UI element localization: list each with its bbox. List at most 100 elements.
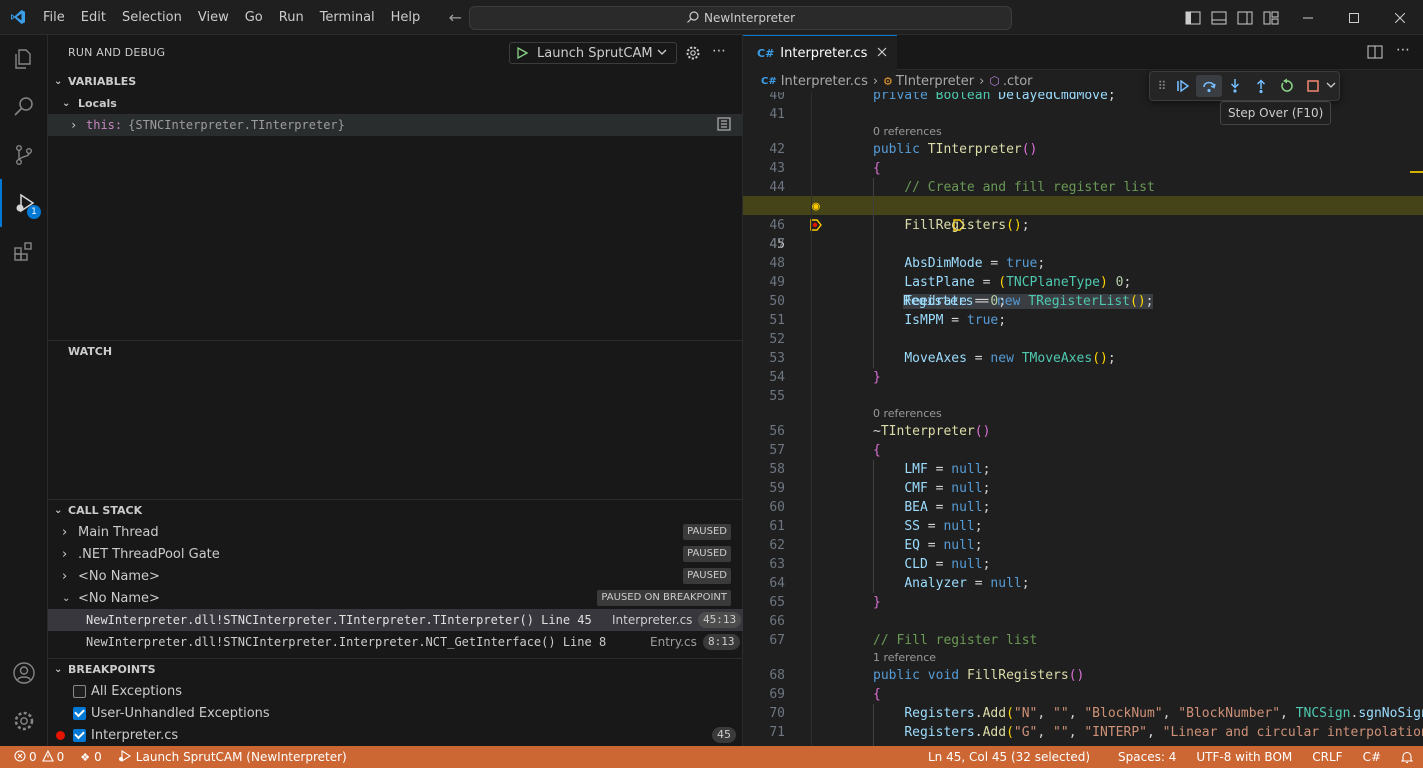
- stack-frame-file: Interpreter.cs: [612, 613, 693, 627]
- launch-config-dropdown[interactable]: Launch SprutCAM: [509, 42, 677, 64]
- code-line: 61 SS = null;: [769, 519, 983, 534]
- lightbulb-icon[interactable]: ◉: [812, 197, 820, 216]
- drag-handle-icon[interactable]: ⠿: [1154, 75, 1170, 97]
- search-view-icon[interactable]: [0, 83, 48, 131]
- watch-section-header[interactable]: WATCH: [48, 340, 743, 362]
- call-stack-thread[interactable]: › <No Name> PAUSED: [48, 565, 743, 587]
- menu-terminal[interactable]: Terminal: [312, 0, 383, 35]
- search-icon: [686, 10, 700, 27]
- menu-view[interactable]: View: [190, 0, 237, 35]
- codelens-references[interactable]: 0 references: [873, 404, 942, 423]
- debug-alt-icon: [118, 749, 132, 765]
- more-actions-icon[interactable]: ⋯: [712, 43, 726, 59]
- breadcrumb-method[interactable]: .ctor: [1003, 74, 1033, 89]
- code-line: 67// Fill register list: [769, 633, 1038, 648]
- codelens-references[interactable]: 1 reference: [873, 648, 936, 667]
- minimize-icon[interactable]: [1285, 0, 1331, 35]
- back-arrow-icon[interactable]: ←: [442, 8, 468, 27]
- debug-toolbar: ⠿: [1149, 71, 1340, 101]
- chevron-down-icon: ⌄: [54, 505, 63, 516]
- call-stack-thread[interactable]: › Main Thread PAUSED: [48, 521, 743, 543]
- stack-frame[interactable]: NewInterpreter.dll!STNCInterpreter.TInte…: [48, 609, 743, 631]
- editor-more-actions-icon[interactable]: ⋯: [1396, 42, 1410, 58]
- code-line: 57{: [769, 443, 881, 458]
- encoding[interactable]: UTF-8 with BOM: [1188, 746, 1300, 768]
- menu-help[interactable]: Help: [383, 0, 429, 35]
- chevron-down-icon[interactable]: [656, 46, 668, 62]
- restart-icon[interactable]: [1274, 75, 1300, 97]
- call-stack-thread[interactable]: › .NET ThreadPool Gate PAUSED: [48, 543, 743, 565]
- menu-selection[interactable]: Selection: [114, 0, 190, 35]
- close-tab-icon[interactable]: [877, 46, 887, 61]
- step-out-icon[interactable]: [1248, 75, 1274, 97]
- breakpoint-checkbox[interactable]: [73, 728, 86, 742]
- chevron-down-icon[interactable]: [1326, 79, 1336, 94]
- indentation[interactable]: Spaces: 4: [1110, 746, 1184, 768]
- close-window-icon[interactable]: [1377, 0, 1423, 35]
- breakpoint-item[interactable]: Interpreter.cs 45: [48, 724, 743, 746]
- call-stack-thread[interactable]: ⌄ <No Name> PAUSED ON BREAKPOINT: [48, 587, 743, 609]
- chevron-down-icon: ⌄: [62, 97, 71, 109]
- menu-edit[interactable]: Edit: [73, 0, 114, 35]
- split-editor-icon[interactable]: [1367, 45, 1383, 63]
- code-line: 51 IsMPM = true;: [769, 313, 1007, 328]
- vscode-logo-icon: [0, 0, 35, 35]
- debug-settings-gear-icon[interactable]: [685, 45, 701, 65]
- continue-icon[interactable]: [1170, 75, 1196, 97]
- menu-file[interactable]: File: [35, 0, 73, 35]
- settings-gear-icon[interactable]: [0, 697, 48, 745]
- variables-scope-locals[interactable]: ⌄ Locals: [48, 92, 743, 114]
- step-into-icon[interactable]: [1222, 75, 1248, 97]
- menu-run[interactable]: Run: [271, 0, 312, 35]
- maximize-icon[interactable]: [1331, 0, 1377, 35]
- breakpoint-checkbox[interactable]: [73, 706, 86, 720]
- stop-icon[interactable]: [1300, 75, 1326, 97]
- notifications-bell-icon[interactable]: [1393, 746, 1423, 768]
- view-binary-data-icon[interactable]: [717, 117, 731, 134]
- start-debugging-icon[interactable]: [510, 47, 534, 59]
- indent-guide: [873, 460, 874, 593]
- extensions-icon[interactable]: [0, 227, 48, 275]
- code-line: 63 CLD = null;: [769, 557, 991, 572]
- stack-frame[interactable]: NewInterpreter.dll!STNCInterpreter.Inter…: [48, 631, 743, 653]
- code-area[interactable]: 40 private Boolean DelayedCmdMove; 41 0 r…: [743, 92, 1423, 746]
- customize-layout-icon[interactable]: [1258, 0, 1284, 35]
- breakpoint-checkbox[interactable]: [73, 684, 86, 698]
- toggle-panel-icon[interactable]: [1206, 0, 1232, 35]
- toggle-primary-sidebar-icon[interactable]: [1180, 0, 1206, 35]
- command-center-search[interactable]: NewInterpreter: [469, 6, 1012, 30]
- explorer-icon[interactable]: [0, 35, 48, 83]
- codelens-references[interactable]: 0 references: [873, 122, 942, 141]
- accounts-icon[interactable]: [0, 649, 48, 697]
- call-stack-section-header[interactable]: ⌄ CALL STACK: [48, 499, 743, 521]
- problems-status[interactable]: 0 0: [0, 746, 72, 768]
- breakpoint-item[interactable]: All Exceptions: [48, 680, 743, 702]
- chevron-down-icon: ⌄: [62, 592, 71, 604]
- run-debug-icon[interactable]: 1: [0, 179, 48, 227]
- breadcrumb-class[interactable]: TInterpreter: [896, 74, 974, 89]
- breakpoint-item[interactable]: User-Unhandled Exceptions: [48, 702, 743, 724]
- code-line: 48 AbsDimMode = true;: [769, 256, 1046, 271]
- breadcrumb-file[interactable]: Interpreter.cs: [781, 74, 868, 89]
- variable-item-this[interactable]: › this: {STNCInterpreter.TInterpreter}: [48, 114, 743, 136]
- toggle-secondary-sidebar-icon[interactable]: [1232, 0, 1258, 35]
- breakpoints-section-header[interactable]: ⌄ BREAKPOINTS: [48, 658, 743, 680]
- cursor-position[interactable]: Ln 45, Col 45 (32 selected): [920, 746, 1098, 768]
- thread-state-badge: PAUSED: [683, 524, 731, 540]
- variables-section-header[interactable]: ⌄ VARIABLES: [48, 70, 743, 92]
- debug-launch-status[interactable]: Launch SprutCAM (NewInterpreter): [110, 746, 355, 768]
- title-bar: File Edit Selection View Go Run Terminal…: [0, 0, 1423, 35]
- step-over-tooltip: Step Over (F10): [1220, 101, 1332, 125]
- end-of-line[interactable]: CRLF: [1304, 746, 1350, 768]
- code-line: 56 ~TInterpreter(): [769, 424, 991, 439]
- language-mode[interactable]: C#: [1355, 746, 1389, 768]
- step-over-icon[interactable]: [1196, 75, 1222, 97]
- source-control-icon[interactable]: [0, 131, 48, 179]
- tab-interpreter-cs[interactable]: C# Interpreter.cs: [743, 35, 898, 70]
- stack-frame-position: 45:13: [698, 612, 742, 628]
- menu-go[interactable]: Go: [237, 0, 271, 35]
- chevron-down-icon: ⌄: [54, 664, 63, 675]
- ports-status[interactable]: ❖ 0: [72, 746, 110, 768]
- thread-state-badge: PAUSED: [683, 546, 731, 562]
- code-line: 50 Feedrate = 0;: [769, 294, 1007, 309]
